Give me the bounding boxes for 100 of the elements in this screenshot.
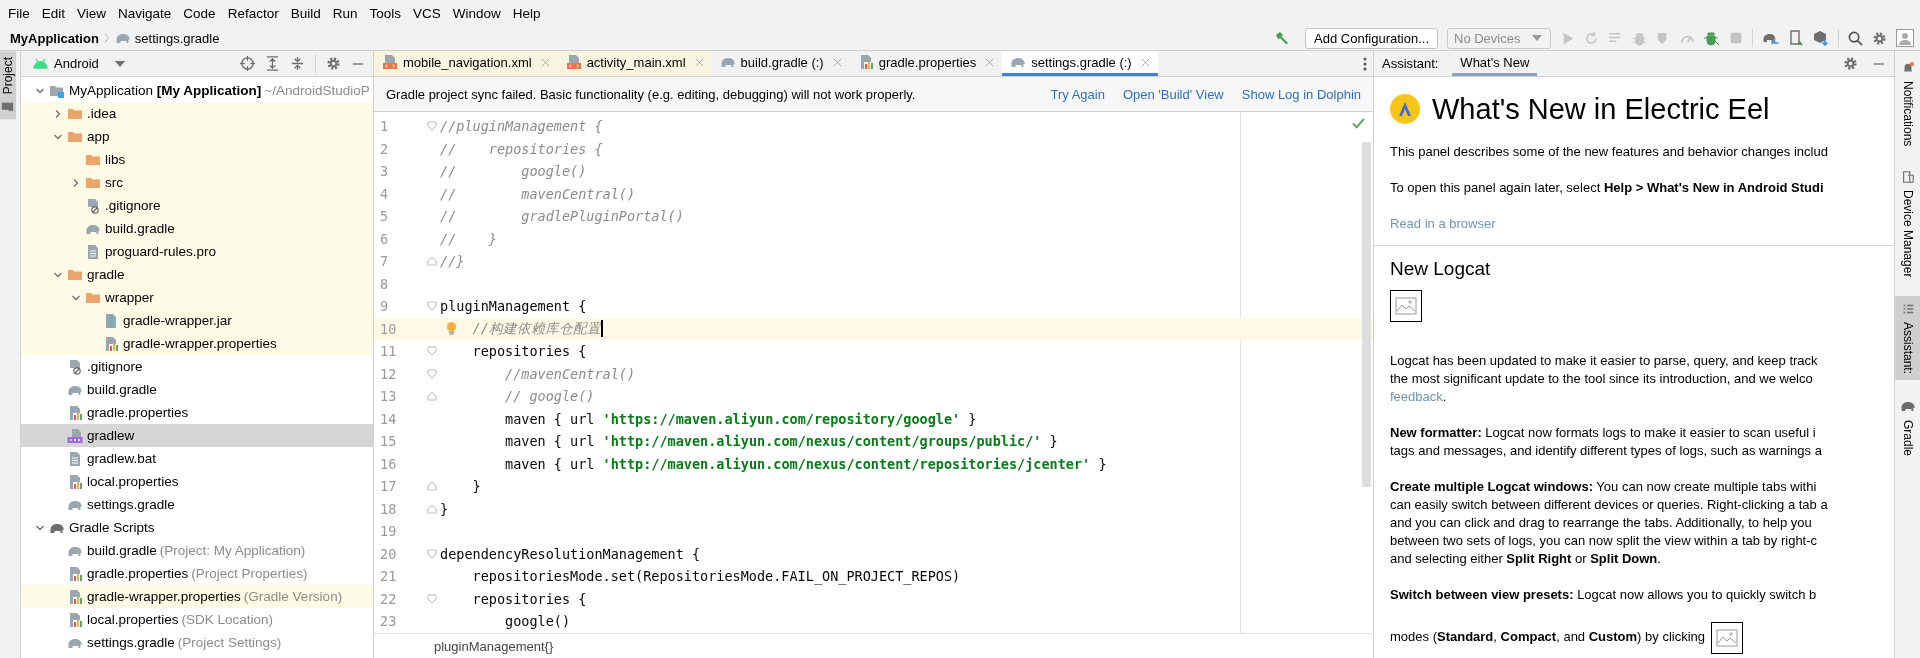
hammer-icon[interactable] bbox=[1274, 30, 1291, 46]
user-icon[interactable] bbox=[1896, 29, 1914, 47]
menu-item[interactable]: View bbox=[71, 5, 113, 21]
tool-window-button[interactable]: Notifications bbox=[1895, 55, 1920, 153]
fold-icon[interactable] bbox=[427, 121, 437, 132]
editor-tab[interactable]: mobile_navigation.xml bbox=[374, 51, 558, 76]
close-icon[interactable] bbox=[1140, 57, 1150, 67]
fold-icon[interactable] bbox=[427, 548, 437, 559]
banner-link[interactable]: Try Again bbox=[1050, 86, 1105, 102]
structure-breadcrumb[interactable]: pluginManagement{} bbox=[434, 638, 554, 654]
file-name: gradle.properties bbox=[87, 405, 189, 420]
collapse-all-icon[interactable] bbox=[290, 56, 305, 71]
editor-tab[interactable]: gradle.properties bbox=[849, 51, 1003, 76]
tree-row[interactable]: settings.gradle (Project Settings) bbox=[21, 631, 373, 654]
fold-icon[interactable] bbox=[427, 368, 437, 379]
properties-file-icon bbox=[67, 588, 83, 605]
tree-row[interactable]: .gitignore bbox=[21, 355, 373, 378]
breadcrumb-item[interactable]: settings.gradle bbox=[114, 30, 220, 46]
line-number: 2 bbox=[379, 140, 390, 157]
lightbulb-icon[interactable] bbox=[446, 320, 457, 336]
more-icon[interactable] bbox=[1363, 56, 1367, 71]
tree-row[interactable]: proguard-rules.pro bbox=[21, 240, 373, 263]
menu-item[interactable]: Code bbox=[177, 5, 222, 21]
tree-row[interactable]: gradlew.bat bbox=[21, 447, 373, 470]
fold-icon[interactable] bbox=[427, 346, 437, 357]
tool-window-button[interactable]: Device Manager bbox=[1895, 164, 1920, 284]
search-icon[interactable] bbox=[1848, 30, 1863, 46]
menu-item[interactable]: Refactor bbox=[221, 5, 285, 21]
file-name: local.properties bbox=[87, 612, 179, 627]
tool-window-button[interactable]: Gradle bbox=[1895, 391, 1920, 462]
tree-row[interactable]: MyApplication [My Application] ~/AndroidStudioP bbox=[21, 79, 373, 102]
tree-row[interactable]: gradle-wrapper.jar bbox=[21, 309, 373, 332]
close-icon[interactable] bbox=[694, 57, 704, 67]
menu-item[interactable]: Help bbox=[506, 5, 547, 21]
menu-item[interactable]: Edit bbox=[35, 5, 72, 21]
fold-icon[interactable] bbox=[427, 503, 437, 514]
package-icon[interactable] bbox=[1813, 30, 1829, 46]
tree-row[interactable]: gradlew bbox=[21, 424, 373, 447]
tree-row[interactable]: gradle bbox=[21, 263, 373, 286]
code-line: pluginManagement { bbox=[440, 298, 587, 315]
tree-row[interactable]: settings.gradle bbox=[21, 493, 373, 516]
tree-row[interactable]: gradle.properties (Project Properties) bbox=[21, 562, 373, 585]
tree-row[interactable]: build.gradle bbox=[21, 217, 373, 240]
tree-row[interactable]: local.properties (SDK Location) bbox=[21, 608, 373, 631]
tree-row[interactable]: wrapper bbox=[21, 286, 373, 309]
panel-tab[interactable]: What's New bbox=[1452, 51, 1538, 76]
bug-icon[interactable] bbox=[1704, 30, 1720, 46]
expand-all-icon[interactable] bbox=[265, 56, 280, 71]
chevron-icon[interactable] bbox=[71, 177, 81, 188]
fold-icon[interactable] bbox=[427, 481, 437, 492]
rerun-icon[interactable] bbox=[1584, 30, 1599, 46]
fold-icon[interactable] bbox=[427, 391, 437, 402]
file-name: gradle.properties bbox=[87, 566, 189, 581]
phone-icon[interactable] bbox=[1788, 30, 1804, 46]
tree-row[interactable]: build.gradle bbox=[21, 378, 373, 401]
banner-link[interactable]: Open 'Build' View bbox=[1122, 86, 1224, 102]
scrollbar-thumb[interactable] bbox=[1362, 142, 1371, 487]
menu-item[interactable]: Run bbox=[326, 5, 364, 21]
chevron-icon[interactable] bbox=[53, 108, 63, 119]
editor-tab[interactable]: build.gradle (:) bbox=[711, 51, 850, 76]
tree-row[interactable]: gradle-wrapper.properties (Gradle Version) bbox=[21, 585, 373, 608]
tool-window-button[interactable]: Project bbox=[0, 51, 16, 120]
tree-row[interactable]: gradle-wrapper.properties bbox=[21, 332, 373, 355]
tree-row[interactable]: gradle.properties bbox=[21, 401, 373, 424]
code-line: //pluginManagement { bbox=[440, 118, 603, 135]
breadcrumb-item[interactable]: MyApplication bbox=[10, 30, 99, 46]
menu-item[interactable]: VCS bbox=[407, 5, 447, 21]
tree-row[interactable]: .gitignore bbox=[21, 194, 373, 217]
menu-item[interactable]: Build bbox=[284, 5, 327, 21]
tree-row[interactable]: src bbox=[21, 171, 373, 194]
close-icon[interactable] bbox=[985, 57, 995, 67]
crosshair-icon[interactable] bbox=[240, 56, 255, 71]
view-dropdown[interactable]: Android bbox=[29, 56, 129, 71]
tool-window-button[interactable]: Assistant: bbox=[1895, 295, 1920, 380]
tree-row[interactable]: .idea bbox=[21, 102, 373, 125]
close-icon[interactable] bbox=[540, 57, 550, 67]
chevron-icon bbox=[102, 31, 111, 45]
editor-tab[interactable]: settings.gradle (:) bbox=[1002, 51, 1158, 76]
text-file-icon bbox=[67, 450, 83, 467]
settings-icon[interactable] bbox=[1843, 56, 1858, 71]
fold-icon[interactable] bbox=[427, 593, 437, 604]
editor-tab[interactable]: activity_main.xml bbox=[557, 51, 712, 76]
tree-row[interactable]: app bbox=[21, 125, 373, 148]
close-icon[interactable] bbox=[832, 57, 842, 67]
menu-item[interactable]: Window bbox=[446, 5, 507, 21]
tree-row[interactable]: build.gradle (Project: My Application) bbox=[21, 539, 373, 562]
settings-icon[interactable] bbox=[1872, 30, 1887, 46]
settings-icon[interactable] bbox=[326, 56, 341, 71]
tree-row[interactable]: local.properties bbox=[21, 470, 373, 493]
fold-icon[interactable] bbox=[427, 256, 437, 267]
tree-row[interactable]: libs bbox=[21, 148, 373, 171]
menu-item[interactable]: Navigate bbox=[112, 5, 178, 21]
tree-row[interactable]: Gradle Scripts bbox=[21, 516, 373, 539]
fold-icon[interactable] bbox=[427, 301, 437, 312]
menu-item[interactable]: File bbox=[2, 5, 36, 21]
banner-link[interactable]: Show Log in Dolphin bbox=[1241, 86, 1361, 102]
stop-icon[interactable] bbox=[1729, 31, 1743, 45]
configuration-button[interactable]: Add Configuration... bbox=[1305, 27, 1438, 49]
bug-icon[interactable] bbox=[1632, 30, 1647, 46]
menu-item[interactable]: Tools bbox=[363, 5, 407, 21]
